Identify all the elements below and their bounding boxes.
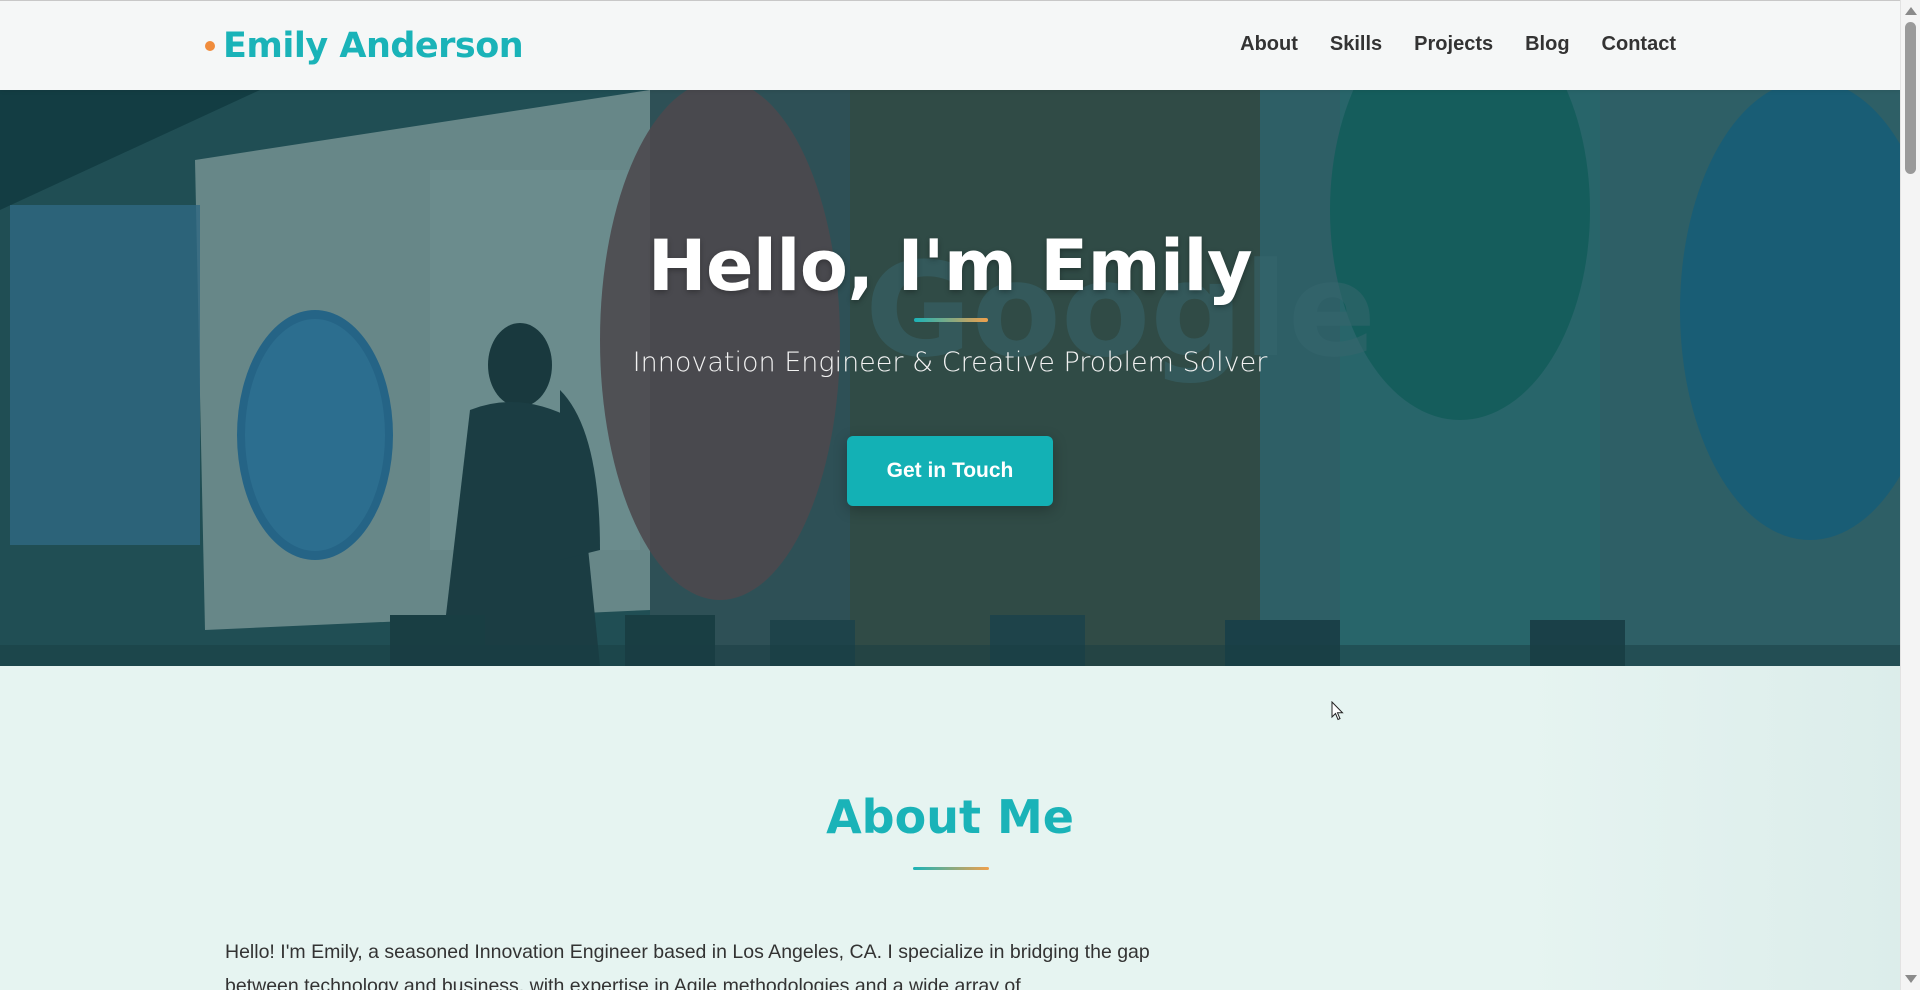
scrollbar-thumb[interactable]: [1905, 22, 1916, 174]
nav-contact[interactable]: Contact: [1602, 33, 1676, 56]
hero-subtitle: Innovation Engineer & Creative Problem S…: [632, 347, 1268, 378]
logo-dot-icon: [205, 41, 215, 51]
logo[interactable]: Emily Anderson: [205, 23, 524, 69]
about-paragraph: Hello! I'm Emily, a seasoned Innovation …: [225, 941, 1150, 990]
about-title: About Me: [826, 790, 1074, 844]
logo-text: Emily Anderson: [223, 26, 524, 66]
nav-skills[interactable]: Skills: [1330, 33, 1382, 56]
about-section: About Me Hello! I'm Emily, a seasoned In…: [0, 666, 1900, 990]
hero-content: Hello, I'm Emily Innovation Engineer & C…: [0, 90, 1900, 666]
nav-blog[interactable]: Blog: [1525, 33, 1569, 56]
vertical-scrollbar[interactable]: [1900, 0, 1920, 990]
hero-title: Hello, I'm Emily: [647, 225, 1253, 307]
mouse-pointer-icon: [1331, 701, 1344, 721]
nav-about[interactable]: About: [1240, 33, 1298, 56]
scroll-up-arrow-icon[interactable]: [1905, 7, 1917, 15]
main-nav: About Skills Projects Blog Contact: [1240, 33, 1676, 56]
nav-projects[interactable]: Projects: [1414, 33, 1493, 56]
about-title-underline: [913, 867, 989, 870]
scroll-down-arrow-icon[interactable]: [1905, 975, 1917, 983]
hero-title-underline: [914, 318, 988, 322]
hero-section: Google Hello, I'm Emily Innovation Engin…: [0, 90, 1900, 666]
get-in-touch-button[interactable]: Get in Touch: [847, 436, 1053, 506]
site-header: Emily Anderson About Skills Projects Blo…: [0, 0, 1900, 90]
